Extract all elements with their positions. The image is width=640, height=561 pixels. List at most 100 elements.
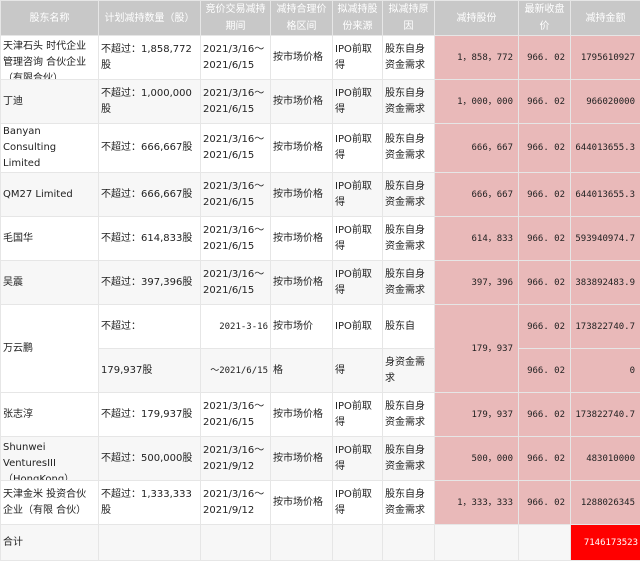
price-range: 按市场价: [271, 305, 333, 349]
reduction-amount: 1795610927: [571, 36, 640, 80]
planned-quantity: 不超过：179,937股: [99, 393, 201, 437]
share-source: IPO前取得: [333, 261, 383, 305]
table-row: 毛国华 不超过：614,833股 2021/3/16～2021/6/15 按市场…: [1, 217, 640, 261]
reduction-period: 2021-3-16: [201, 305, 271, 349]
shareholder-name: 万云鹏: [1, 305, 99, 393]
table-row: QM27 Limited 不超过：666,667股 2021/3/16～2021…: [1, 173, 640, 217]
shares-reduced: 179，937: [435, 393, 519, 437]
reduction-reason: 股东自身资金需求: [383, 173, 435, 217]
planned-quantity: 不超过：1,858,772股: [99, 36, 201, 80]
closing-price: 966. 02: [519, 36, 571, 80]
reduction-period: 2021/3/16～2021/6/15: [201, 36, 271, 80]
share-source: IPO前取得: [333, 173, 383, 217]
reduction-reason: 身资金需求: [383, 349, 435, 393]
col-header-shares: 减持股份: [435, 1, 519, 36]
closing-price: 966. 02: [519, 124, 571, 173]
share-source: IPO前取得: [333, 124, 383, 173]
col-header-price-range: 减持合理价格区间: [271, 1, 333, 36]
reduction-amount: 483010000: [571, 437, 640, 481]
planned-quantity: 不超过：500,000股: [99, 437, 201, 481]
price-range: 格: [271, 349, 333, 393]
reduction-amount: 644013655.3: [571, 124, 640, 173]
shares-reduced: 1，858，772: [435, 36, 519, 80]
reduction-period: ～2021/6/15: [201, 349, 271, 393]
price-range: 按市场价格: [271, 36, 333, 80]
closing-price: 966. 02: [519, 393, 571, 437]
total-amount: 7146173523: [571, 525, 640, 561]
reduction-period: 2021/3/16～2021/6/15: [201, 124, 271, 173]
table-row: 万云鹏 不超过： 2021-3-16 按市场价 IPO前取 股东自 179，93…: [1, 305, 640, 349]
reduction-reason: 股东自身资金需求: [383, 36, 435, 80]
empty-cell: [271, 525, 333, 561]
share-source: IPO前取得: [333, 217, 383, 261]
share-source: IPO前取得: [333, 36, 383, 80]
table-row: 天津石头 时代企业管理咨询 合伙企业（有限合伙） 不超过：1,858,772股 …: [1, 36, 640, 80]
shares-reduced: 1，000，000: [435, 80, 519, 124]
empty-cell: [201, 525, 271, 561]
price-range: 按市场价格: [271, 261, 333, 305]
closing-price: 966. 02: [519, 261, 571, 305]
reduction-reason: 股东自身资金需求: [383, 80, 435, 124]
empty-cell: [333, 525, 383, 561]
shareholder-name: 天津金米 投资合伙企业（有限 合伙）: [1, 481, 99, 525]
price-range: 按市场价格: [271, 80, 333, 124]
table-row: 天津金米 投资合伙企业（有限 合伙） 不超过：1,333,333股 2021/3…: [1, 481, 640, 525]
share-source: IPO前取得: [333, 80, 383, 124]
col-header-name: 股东名称: [1, 1, 99, 36]
reduction-period: 2021/3/16～2021/6/15: [201, 217, 271, 261]
reduction-table: 股东名称 计划减持数量（股） 竞价交易减持期间 减持合理价格区间 拟减持股份来源…: [0, 0, 640, 561]
price-range: 按市场价格: [271, 393, 333, 437]
shareholder-name: Shunwei VenturesIII（HongKong）: [1, 437, 99, 481]
reduction-period: 2021/3/16～2021/9/12: [201, 437, 271, 481]
planned-quantity: 不超过：666,667股: [99, 173, 201, 217]
shareholder-name: QM27 Limited: [1, 173, 99, 217]
closing-price: 966. 02: [519, 217, 571, 261]
shares-reduced: 1，333，333: [435, 481, 519, 525]
table-row: Banyan Consulting Limited 不超过：666,667股 2…: [1, 124, 640, 173]
col-header-amount: 减持金额: [571, 1, 640, 36]
closing-price: 966. 02: [519, 305, 571, 349]
price-range: 按市场价格: [271, 217, 333, 261]
closing-price: 966. 02: [519, 437, 571, 481]
share-source: 得: [333, 349, 383, 393]
closing-price: 966. 02: [519, 80, 571, 124]
planned-quantity: 不超过：397,396股: [99, 261, 201, 305]
header-row: 股东名称 计划减持数量（股） 竞价交易减持期间 减持合理价格区间 拟减持股份来源…: [1, 1, 640, 36]
empty-cell: [99, 525, 201, 561]
reduction-period: 2021/3/16～2021/6/15: [201, 173, 271, 217]
col-header-reason: 拟减持原因: [383, 1, 435, 36]
shares-reduced: 397，396: [435, 261, 519, 305]
price-range: 按市场价格: [271, 437, 333, 481]
price-range: 按市场价格: [271, 124, 333, 173]
planned-quantity: 不超过：: [99, 305, 201, 349]
reduction-period: 2021/3/16～2021/6/15: [201, 393, 271, 437]
planned-quantity: 不超过：614,833股: [99, 217, 201, 261]
reduction-reason: 股东自身资金需求: [383, 124, 435, 173]
empty-cell: [383, 525, 435, 561]
reduction-amount: 173822740.7: [571, 305, 640, 349]
planned-quantity: 不超过：666,667股: [99, 124, 201, 173]
shareholder-name: 丁迪: [1, 80, 99, 124]
price-range: 按市场价格: [271, 481, 333, 525]
shares-reduced: 614，833: [435, 217, 519, 261]
table-row: 吴震 不超过：397,396股 2021/3/16～2021/6/15 按市场价…: [1, 261, 640, 305]
shareholder-name: Banyan Consulting Limited: [1, 124, 99, 173]
planned-quantity: 不超过：1,000,000股: [99, 80, 201, 124]
table-row: 张志淳 不超过：179,937股 2021/3/16～2021/6/15 按市场…: [1, 393, 640, 437]
col-header-period: 竞价交易减持期间: [201, 1, 271, 36]
table-row: 丁迪 不超过：1,000,000股 2021/3/16～2021/6/15 按市…: [1, 80, 640, 124]
shareholder-name: 吴震: [1, 261, 99, 305]
reduction-period: 2021/3/16～2021/6/15: [201, 261, 271, 305]
reduction-reason: 股东自身资金需求: [383, 261, 435, 305]
total-row: 合计 7146173523: [1, 525, 640, 561]
reduction-reason: 股东自身资金需求: [383, 437, 435, 481]
reduction-reason: 股东自身资金需求: [383, 481, 435, 525]
reduction-amount: 644013655.3: [571, 173, 640, 217]
closing-price: 966. 02: [519, 481, 571, 525]
table-row: Shunwei VenturesIII（HongKong） 不超过：500,00…: [1, 437, 640, 481]
reduction-reason: 股东自身资金需求: [383, 393, 435, 437]
reduction-period: 2021/3/16～2021/9/12: [201, 481, 271, 525]
reduction-amount: 966020000: [571, 80, 640, 124]
reduction-amount: 0: [571, 349, 640, 393]
shareholder-name: 毛国华: [1, 217, 99, 261]
